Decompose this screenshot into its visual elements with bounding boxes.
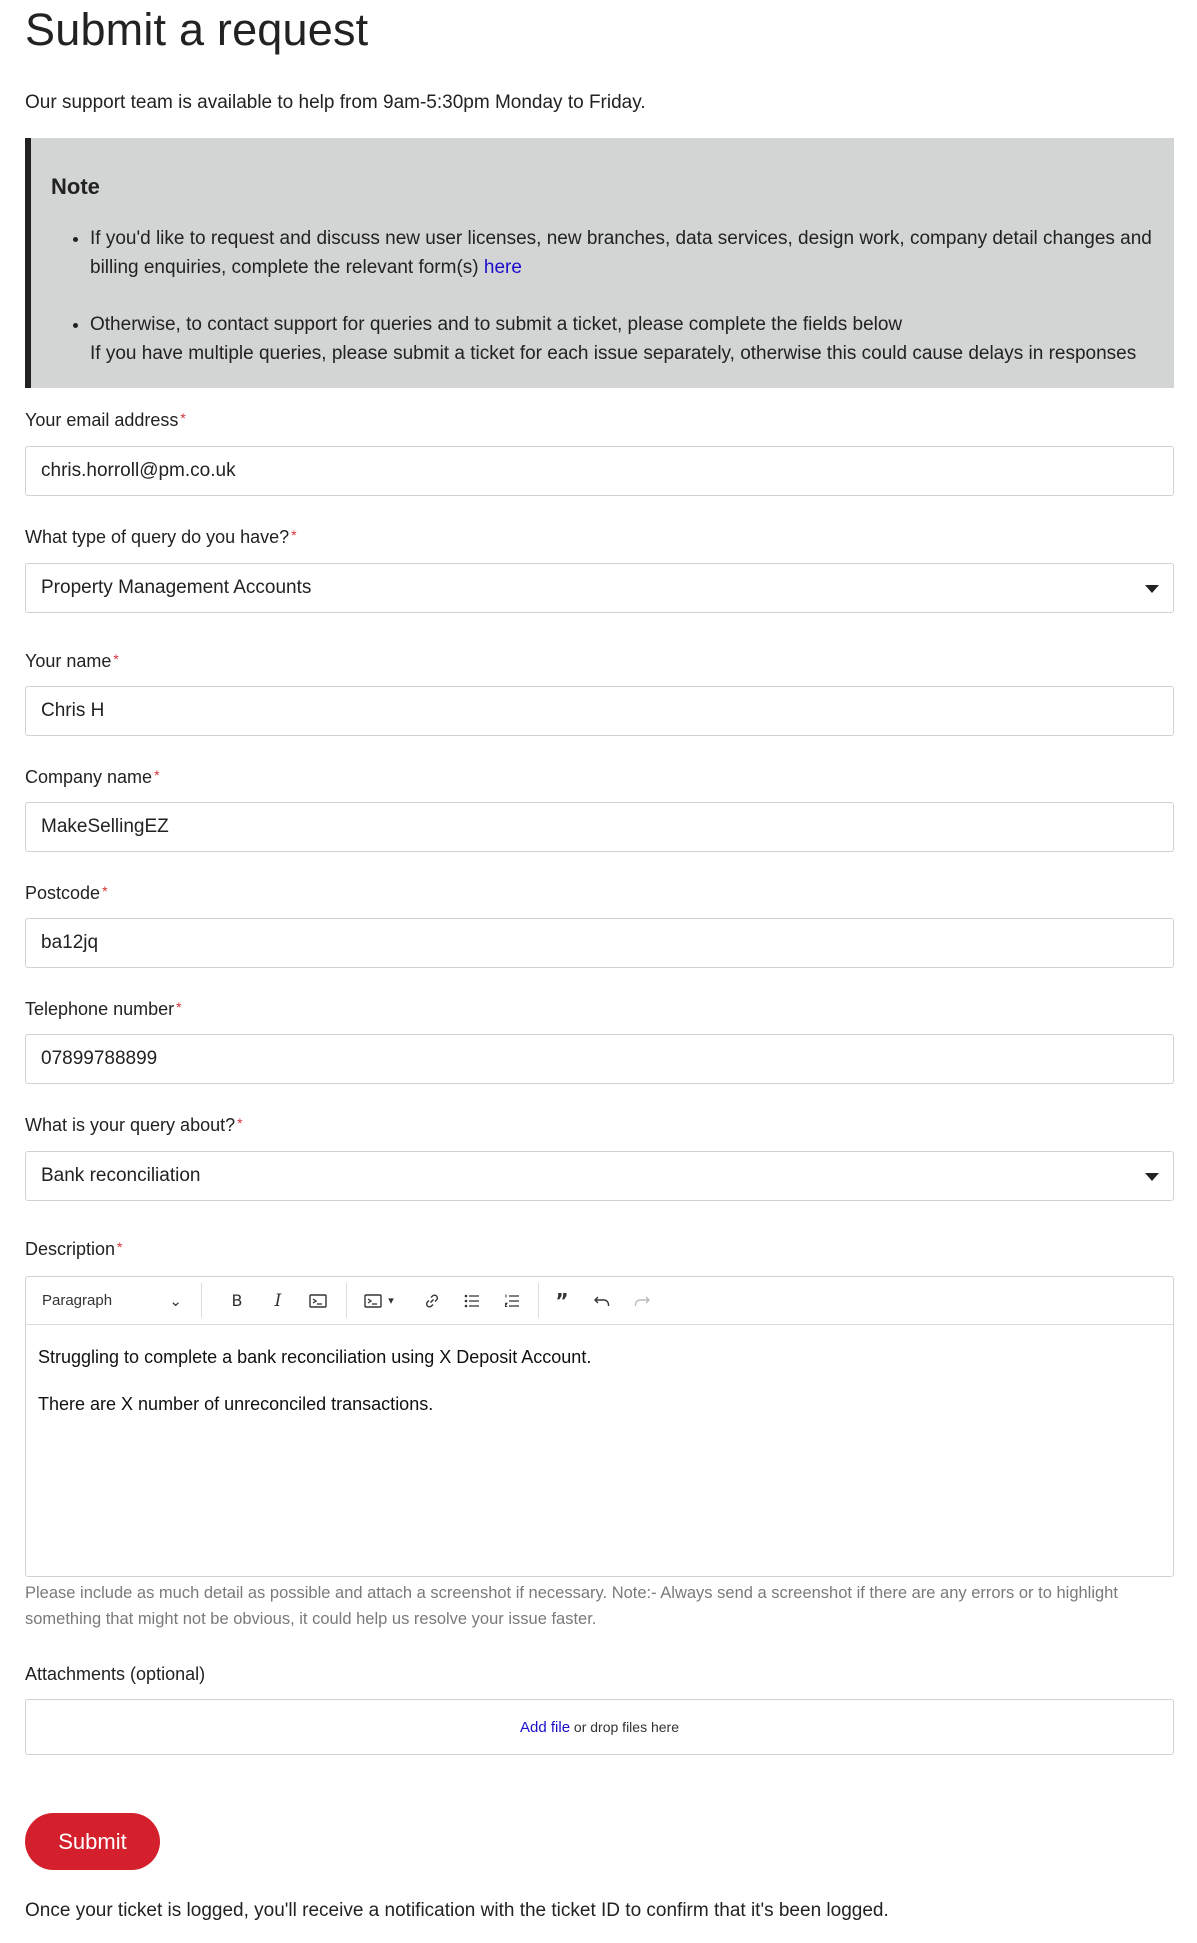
note-item-contact: Otherwise, to contact support for querie… bbox=[90, 310, 1180, 368]
bold-icon[interactable]: B bbox=[219, 1277, 255, 1324]
query-type-value: Property Management Accounts bbox=[41, 577, 312, 598]
company-field[interactable]: MakeSellingEZ bbox=[25, 802, 1174, 852]
drop-files-text: or drop files here bbox=[570, 1719, 679, 1735]
telephone-field[interactable]: 07899788899 bbox=[25, 1034, 1174, 1084]
note-list: If you'd like to request and discuss new… bbox=[51, 224, 1180, 396]
editor-toolbar: Paragraph ⌄ B I ▾ ” bbox=[26, 1277, 1173, 1325]
description-line: There are X number of unreconciled trans… bbox=[38, 1394, 434, 1414]
footer-text: Once your ticket is logged, you'll recei… bbox=[25, 1900, 889, 1921]
company-label-text: Company name bbox=[25, 767, 153, 787]
description-label-text: Description bbox=[25, 1239, 116, 1259]
company-label: Company name * bbox=[25, 767, 160, 788]
required-asterisk: * bbox=[180, 410, 186, 426]
toolbar-divider bbox=[346, 1283, 347, 1318]
required-asterisk: * bbox=[291, 527, 297, 543]
blockquote-icon[interactable]: ” bbox=[544, 1277, 580, 1324]
postcode-field[interactable]: ba12jq bbox=[25, 918, 1174, 968]
italic-icon[interactable]: I bbox=[260, 1277, 296, 1324]
postcode-label: Postcode * bbox=[25, 883, 108, 904]
note-box: Note If you'd like to request and discus… bbox=[25, 138, 1174, 388]
note-item-forms-text: If you'd like to request and discuss new… bbox=[90, 228, 1152, 278]
toolbar-divider bbox=[538, 1283, 539, 1318]
note-item-contact-line2: If you have multiple queries, please sub… bbox=[90, 343, 1137, 364]
undo-icon[interactable] bbox=[584, 1277, 620, 1324]
description-text-area[interactable]: Struggling to complete a bank reconcilia… bbox=[38, 1345, 591, 1439]
toolbar-divider bbox=[201, 1283, 202, 1318]
paragraph-format-select[interactable]: Paragraph ⌄ bbox=[32, 1277, 192, 1324]
postcode-label-text: Postcode bbox=[25, 883, 101, 903]
forms-here-link[interactable]: here bbox=[484, 257, 522, 278]
code-icon[interactable] bbox=[300, 1277, 336, 1324]
telephone-label: Telephone number * bbox=[25, 999, 182, 1020]
dropdown-caret-icon bbox=[1145, 1173, 1159, 1181]
query-type-label: What type of query do you have? * bbox=[25, 527, 297, 548]
note-item-forms: If you'd like to request and discuss new… bbox=[90, 224, 1180, 282]
description-line: Struggling to complete a bank reconcilia… bbox=[38, 1347, 592, 1367]
name-field[interactable]: Chris H bbox=[25, 686, 1174, 736]
query-about-select[interactable]: Bank reconciliation bbox=[25, 1151, 1174, 1201]
redo-icon[interactable] bbox=[624, 1277, 660, 1324]
link-icon[interactable] bbox=[414, 1277, 450, 1324]
description-editor[interactable]: Paragraph ⌄ B I ▾ ” Struggling to comple… bbox=[25, 1276, 1174, 1577]
support-hours-text: Our support team is available to help fr… bbox=[25, 92, 646, 113]
submit-button[interactable]: Submit bbox=[25, 1813, 160, 1870]
required-asterisk: * bbox=[237, 1115, 243, 1131]
dropdown-caret-icon bbox=[1145, 585, 1159, 593]
required-asterisk: * bbox=[113, 651, 119, 667]
page-title: Submit a request bbox=[25, 4, 369, 55]
email-label-text: Your email address bbox=[25, 410, 179, 430]
chevron-down-icon: ⌄ bbox=[169, 1292, 182, 1310]
add-file-link[interactable]: Add file bbox=[520, 1719, 570, 1736]
query-about-label: What is your query about? * bbox=[25, 1115, 243, 1136]
query-type-label-text: What type of query do you have? bbox=[25, 527, 290, 547]
required-asterisk: * bbox=[102, 883, 108, 899]
telephone-label-text: Telephone number bbox=[25, 999, 175, 1019]
name-label: Your name * bbox=[25, 651, 119, 672]
required-asterisk: * bbox=[176, 999, 182, 1015]
paragraph-format-value: Paragraph bbox=[42, 1292, 113, 1309]
required-asterisk: * bbox=[154, 767, 160, 783]
query-type-select[interactable]: Property Management Accounts bbox=[25, 563, 1174, 613]
description-label: Description * bbox=[25, 1239, 123, 1260]
description-hint: Please include as much detail as possibl… bbox=[25, 1584, 1118, 1628]
attachments-label: Attachments (optional) bbox=[25, 1664, 206, 1684]
attachments-dropzone[interactable]: Add file or drop files here bbox=[25, 1699, 1174, 1755]
query-about-label-text: What is your query about? bbox=[25, 1115, 236, 1135]
numbered-list-icon[interactable] bbox=[494, 1277, 530, 1324]
email-label: Your email address * bbox=[25, 410, 186, 431]
note-item-contact-line1: Otherwise, to contact support for querie… bbox=[90, 314, 903, 335]
note-heading: Note bbox=[51, 174, 100, 199]
name-label-text: Your name bbox=[25, 651, 112, 671]
required-asterisk: * bbox=[117, 1239, 123, 1255]
code-block-icon[interactable]: ▾ bbox=[354, 1277, 404, 1324]
query-about-value: Bank reconciliation bbox=[41, 1165, 201, 1186]
chevron-down-icon: ▾ bbox=[388, 1295, 394, 1307]
bulleted-list-icon[interactable] bbox=[454, 1277, 490, 1324]
email-field[interactable]: chris.horroll@pm.co.uk bbox=[25, 446, 1174, 496]
